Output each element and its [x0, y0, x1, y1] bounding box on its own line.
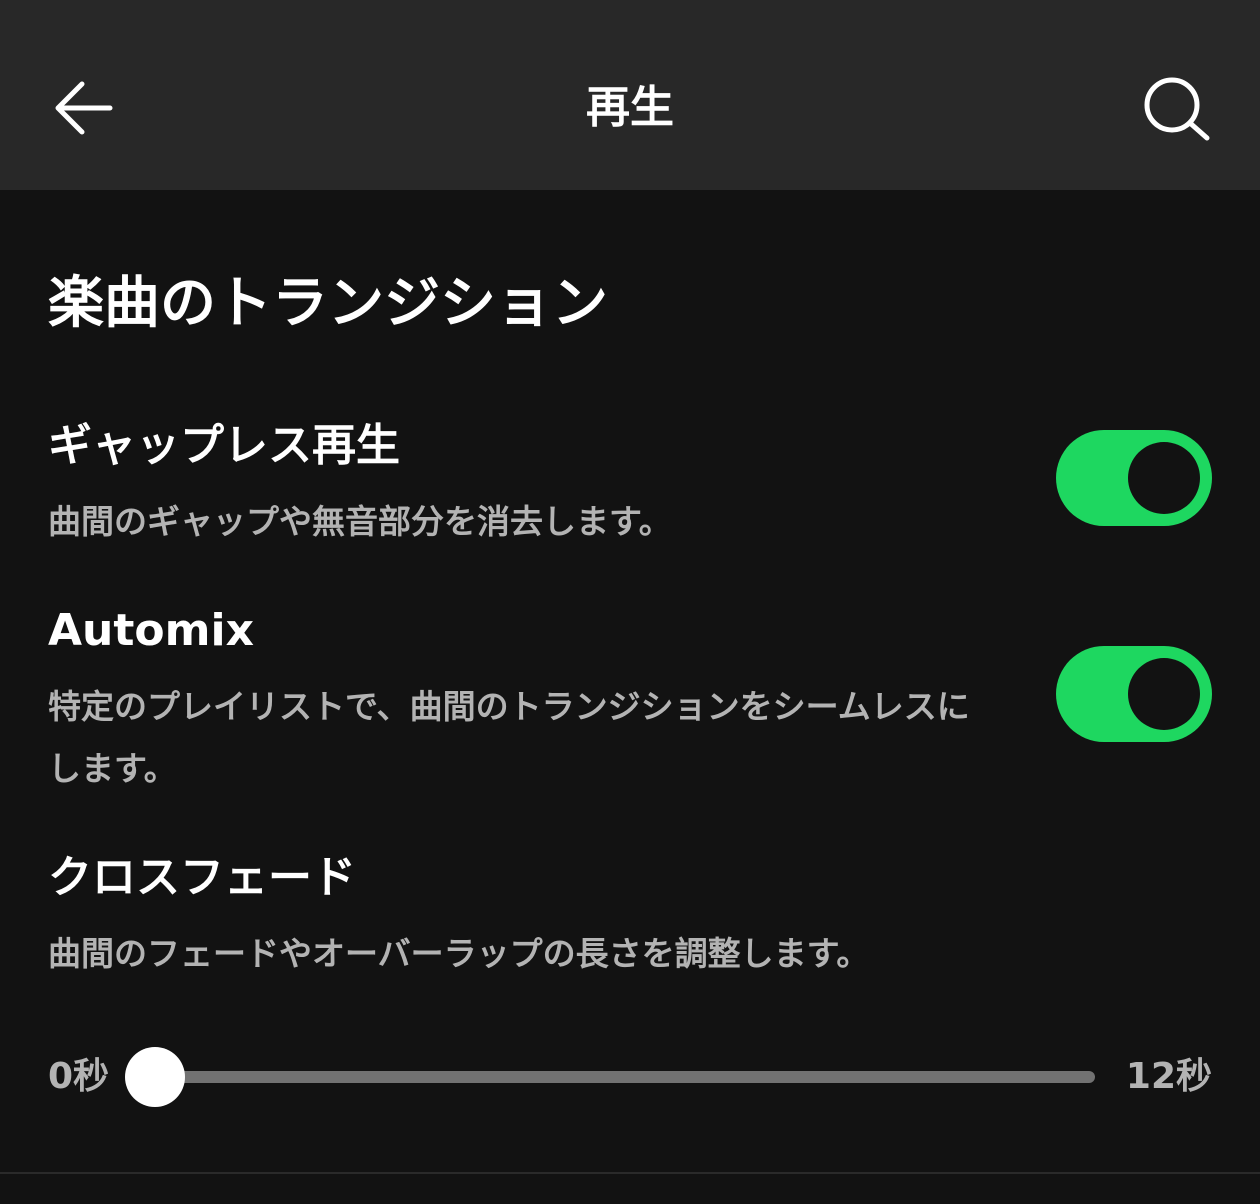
app-header: 再生: [0, 0, 1260, 190]
crossfade-max-label: 12秒: [1125, 1056, 1212, 1097]
section-heading: 楽曲のトランジション: [48, 271, 608, 336]
crossfade-min-label: 0秒: [48, 1056, 110, 1097]
crossfade-title: クロスフェード: [48, 852, 356, 903]
page-title: 再生: [586, 82, 674, 133]
automix-description: 特定のプレイリストで、曲間のトランジションをシームレスにします。: [48, 687, 970, 788]
gapless-description: 曲間のギャップや無音部分を消去します。: [48, 502, 672, 541]
bottom-divider: [0, 1172, 1260, 1174]
toggle-knob: [1128, 658, 1200, 730]
gapless-title: ギャップレス再生: [48, 420, 400, 471]
crossfade-description: 曲間のフェードやオーバーラップの長さを調整します。: [48, 934, 870, 973]
search-button[interactable]: [1138, 72, 1214, 144]
search-icon: [1144, 77, 1210, 141]
crossfade-slider[interactable]: [125, 1047, 1095, 1107]
automix-toggle[interactable]: [1056, 646, 1212, 742]
gapless-toggle[interactable]: [1056, 430, 1212, 526]
automix-title: Automix: [48, 605, 254, 656]
toggle-knob: [1128, 442, 1200, 514]
crossfade-slider-thumb[interactable]: [125, 1047, 185, 1107]
